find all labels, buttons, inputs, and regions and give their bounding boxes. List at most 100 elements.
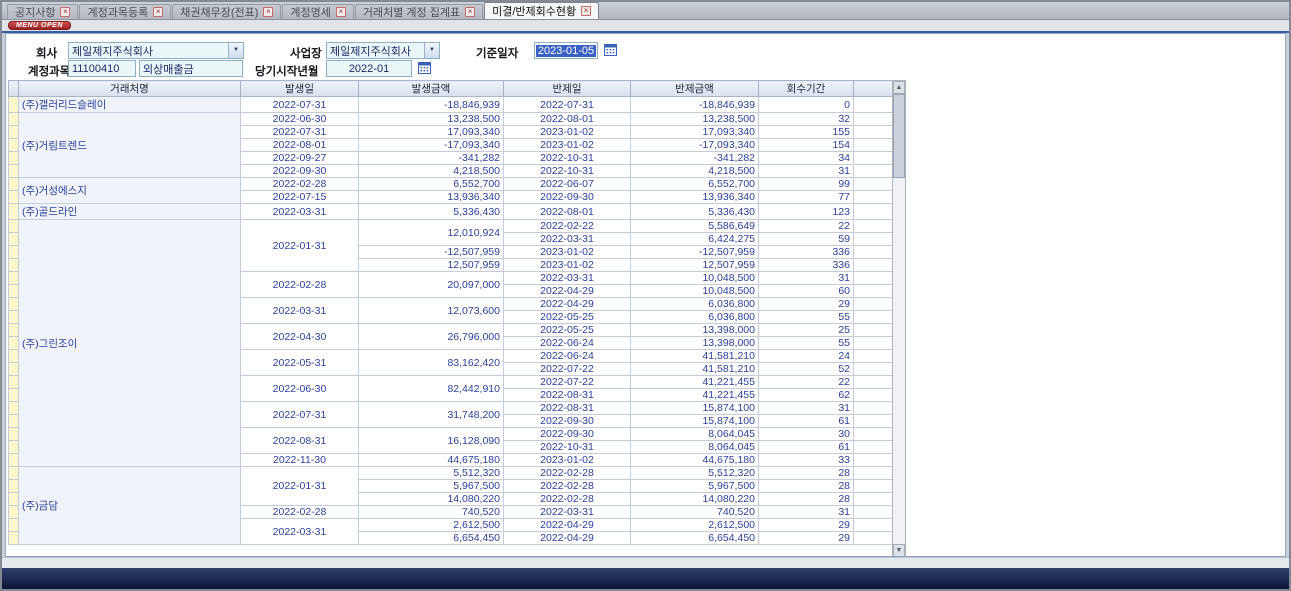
vendor-cell[interactable]: (주)골드라인 [19,204,241,220]
tab-close-icon[interactable]: × [60,7,70,17]
settle-amount-cell[interactable]: 10,048,500 [631,272,759,285]
row-header-cell[interactable] [9,139,19,152]
settle-amount-cell[interactable]: -12,507,959 [631,246,759,259]
settle-amount-cell[interactable]: 13,238,500 [631,113,759,126]
grid-row[interactable]: (주)갤러리드슬레이2022-07-31-18,846,9392022-07-3… [9,97,893,113]
occur-amount-cell[interactable]: 13,936,340 [359,191,504,204]
grid-row[interactable]: (주)그린조이2022-01-3112,010,9242022-02-225,5… [9,220,893,233]
settle-date-cell[interactable]: 2022-10-31 [504,152,631,165]
row-header-cell[interactable] [9,337,19,350]
occur-date-cell[interactable]: 2022-11-30 [241,454,359,467]
vendor-cell[interactable]: (주)금담 [19,467,241,545]
row-header-cell[interactable] [9,126,19,139]
occur-amount-cell[interactable]: 31,748,200 [359,402,504,428]
occur-date-cell[interactable]: 2022-08-31 [241,428,359,454]
row-header-cell[interactable] [9,389,19,402]
row-header-cell[interactable] [9,532,19,545]
tab-close-icon[interactable]: × [336,7,346,17]
settle-date-cell[interactable]: 2022-09-30 [504,415,631,428]
occur-date-cell[interactable]: 2022-09-30 [241,165,359,178]
settle-amount-cell[interactable]: 5,336,430 [631,204,759,220]
settle-date-cell[interactable]: 2022-04-29 [504,285,631,298]
occur-date-cell[interactable]: 2022-03-31 [241,298,359,324]
occur-amount-cell[interactable]: 26,796,000 [359,324,504,350]
settle-amount-cell[interactable]: 17,093,340 [631,126,759,139]
row-header-cell[interactable] [9,415,19,428]
scroll-up-icon[interactable]: ▲ [893,81,905,94]
period-cell[interactable]: 31 [759,506,854,519]
settle-date-cell[interactable]: 2023-01-02 [504,259,631,272]
settle-amount-cell[interactable]: 6,424,275 [631,233,759,246]
vendor-cell[interactable]: (주)갤러리드슬레이 [19,97,241,113]
settle-date-cell[interactable]: 2022-07-22 [504,376,631,389]
occur-amount-cell[interactable]: 12,010,924 [359,220,504,246]
row-header-cell[interactable] [9,178,19,191]
scroll-down-icon[interactable]: ▼ [893,544,905,557]
occur-amount-cell[interactable]: 83,162,420 [359,350,504,376]
settle-date-cell[interactable]: 2022-02-28 [504,480,631,493]
period-cell[interactable]: 61 [759,441,854,454]
row-header-cell[interactable] [9,97,19,113]
settle-amount-cell[interactable]: 15,874,100 [631,415,759,428]
occur-amount-cell[interactable]: -341,282 [359,152,504,165]
occur-amount-cell[interactable]: 5,512,320 [359,467,504,480]
menu-open-button[interactable]: MENU OPEN [8,21,71,30]
workplace-combobox[interactable]: 제일제지주식회사 ▼ [326,42,440,59]
occur-date-cell[interactable]: 2022-03-31 [241,204,359,220]
settle-amount-cell[interactable]: 8,064,045 [631,428,759,441]
dropdown-arrow-icon[interactable]: ▼ [424,43,439,58]
period-cell[interactable]: 22 [759,376,854,389]
row-header-cell[interactable] [9,113,19,126]
period-cell[interactable]: 59 [759,233,854,246]
row-header-cell[interactable] [9,441,19,454]
period-cell[interactable]: 99 [759,178,854,191]
occur-date-cell[interactable]: 2022-06-30 [241,376,359,402]
settle-amount-cell[interactable]: -17,093,340 [631,139,759,152]
period-start-input[interactable] [326,60,412,77]
row-header-cell[interactable] [9,506,19,519]
tab-close-icon[interactable]: × [263,7,273,17]
settle-date-cell[interactable]: 2022-04-29 [504,298,631,311]
horizontal-scrollbar[interactable] [2,557,1289,568]
row-header-cell[interactable] [9,272,19,285]
period-cell[interactable]: 29 [759,532,854,545]
occur-date-cell[interactable]: 2022-07-31 [241,126,359,139]
occur-amount-cell[interactable]: 44,675,180 [359,454,504,467]
occur-amount-cell[interactable]: -18,846,939 [359,97,504,113]
period-cell[interactable]: 55 [759,337,854,350]
period-cell[interactable]: 31 [759,165,854,178]
settle-date-cell[interactable]: 2022-07-31 [504,97,631,113]
scrollbar-thumb[interactable] [893,94,905,178]
vendor-cell[interactable]: (주)그린조이 [19,220,241,467]
settle-date-cell[interactable]: 2022-06-24 [504,350,631,363]
row-header-cell[interactable] [9,428,19,441]
settle-date-cell[interactable]: 2022-08-01 [504,113,631,126]
settle-date-cell[interactable]: 2022-05-25 [504,311,631,324]
settle-date-cell[interactable]: 2022-10-31 [504,165,631,178]
period-cell[interactable]: 336 [759,246,854,259]
settle-date-cell[interactable]: 2022-03-31 [504,506,631,519]
tab-active[interactable]: 미결/반제회수현황× [484,2,599,19]
period-cell[interactable]: 52 [759,363,854,376]
settle-amount-cell[interactable]: 13,936,340 [631,191,759,204]
period-cell[interactable]: 29 [759,298,854,311]
occur-date-cell[interactable]: 2022-06-30 [241,113,359,126]
occur-amount-cell[interactable]: 17,093,340 [359,126,504,139]
settle-amount-cell[interactable]: 6,036,800 [631,298,759,311]
settle-date-cell[interactable]: 2022-07-22 [504,363,631,376]
occur-amount-cell[interactable]: 5,336,430 [359,204,504,220]
row-header-cell[interactable] [9,311,19,324]
period-cell[interactable]: 31 [759,402,854,415]
settle-date-cell[interactable]: 2022-09-30 [504,428,631,441]
occur-amount-cell[interactable]: -17,093,340 [359,139,504,152]
occur-amount-cell[interactable]: 2,612,500 [359,519,504,532]
occur-amount-cell[interactable]: 13,238,500 [359,113,504,126]
tab-close-icon[interactable]: × [153,7,163,17]
period-cell[interactable]: 25 [759,324,854,337]
row-header-cell[interactable] [9,363,19,376]
period-cell[interactable]: 32 [759,113,854,126]
settle-amount-cell[interactable]: 41,221,455 [631,376,759,389]
period-cell[interactable]: 22 [759,220,854,233]
occur-amount-cell[interactable]: 6,654,450 [359,532,504,545]
period-cell[interactable]: 28 [759,493,854,506]
